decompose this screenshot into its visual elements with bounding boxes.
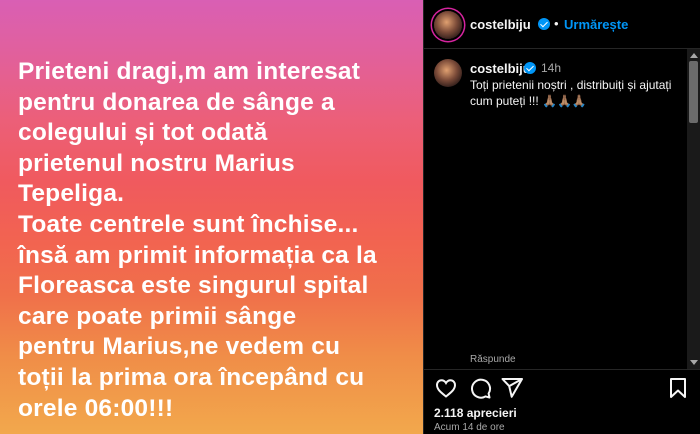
- bookmark-icon[interactable]: [666, 376, 690, 400]
- verified-badge-icon: [524, 62, 536, 74]
- comment-icon[interactable]: [468, 376, 492, 400]
- actions-divider: [424, 369, 700, 370]
- comments-area: costelbiju 14h Toți prietenii noștri , d…: [424, 49, 700, 369]
- share-icon[interactable]: [500, 376, 524, 400]
- caption-text: Toți prietenii noștri , distribuiți și a…: [470, 78, 672, 108]
- post-header: costelbiju • Urmărește: [424, 0, 700, 49]
- reply-button[interactable]: Răspunde: [470, 354, 516, 365]
- separator-dot: •: [554, 16, 559, 31]
- post-image-text: Prieteni dragi,m am interesat pentru don…: [18, 58, 377, 422]
- caption-avatar[interactable]: [434, 59, 462, 87]
- likes-count[interactable]: 2.118 aprecieri: [434, 406, 517, 420]
- post-image: Prieteni dragi,m am interesat pentru don…: [0, 0, 423, 434]
- verified-badge-icon: [538, 18, 550, 30]
- header-username[interactable]: costelbiju: [470, 17, 531, 32]
- avatar[interactable]: [434, 11, 462, 39]
- caption-time[interactable]: 14h: [541, 61, 561, 75]
- scroll-up-arrow-icon[interactable]: [690, 53, 698, 58]
- scroll-thumb[interactable]: [689, 61, 698, 123]
- scroll-down-arrow-icon[interactable]: [690, 360, 698, 365]
- comments-scrollbar[interactable]: [687, 49, 700, 369]
- post-time-ago[interactable]: Acum 14 de ore: [434, 422, 505, 433]
- follow-button[interactable]: Urmărește: [564, 17, 628, 32]
- post-side-panel: costelbiju • Urmărește costelbiju 14h To…: [424, 0, 700, 434]
- caption-username[interactable]: costelbiju: [470, 61, 531, 76]
- heart-icon[interactable]: [434, 376, 458, 400]
